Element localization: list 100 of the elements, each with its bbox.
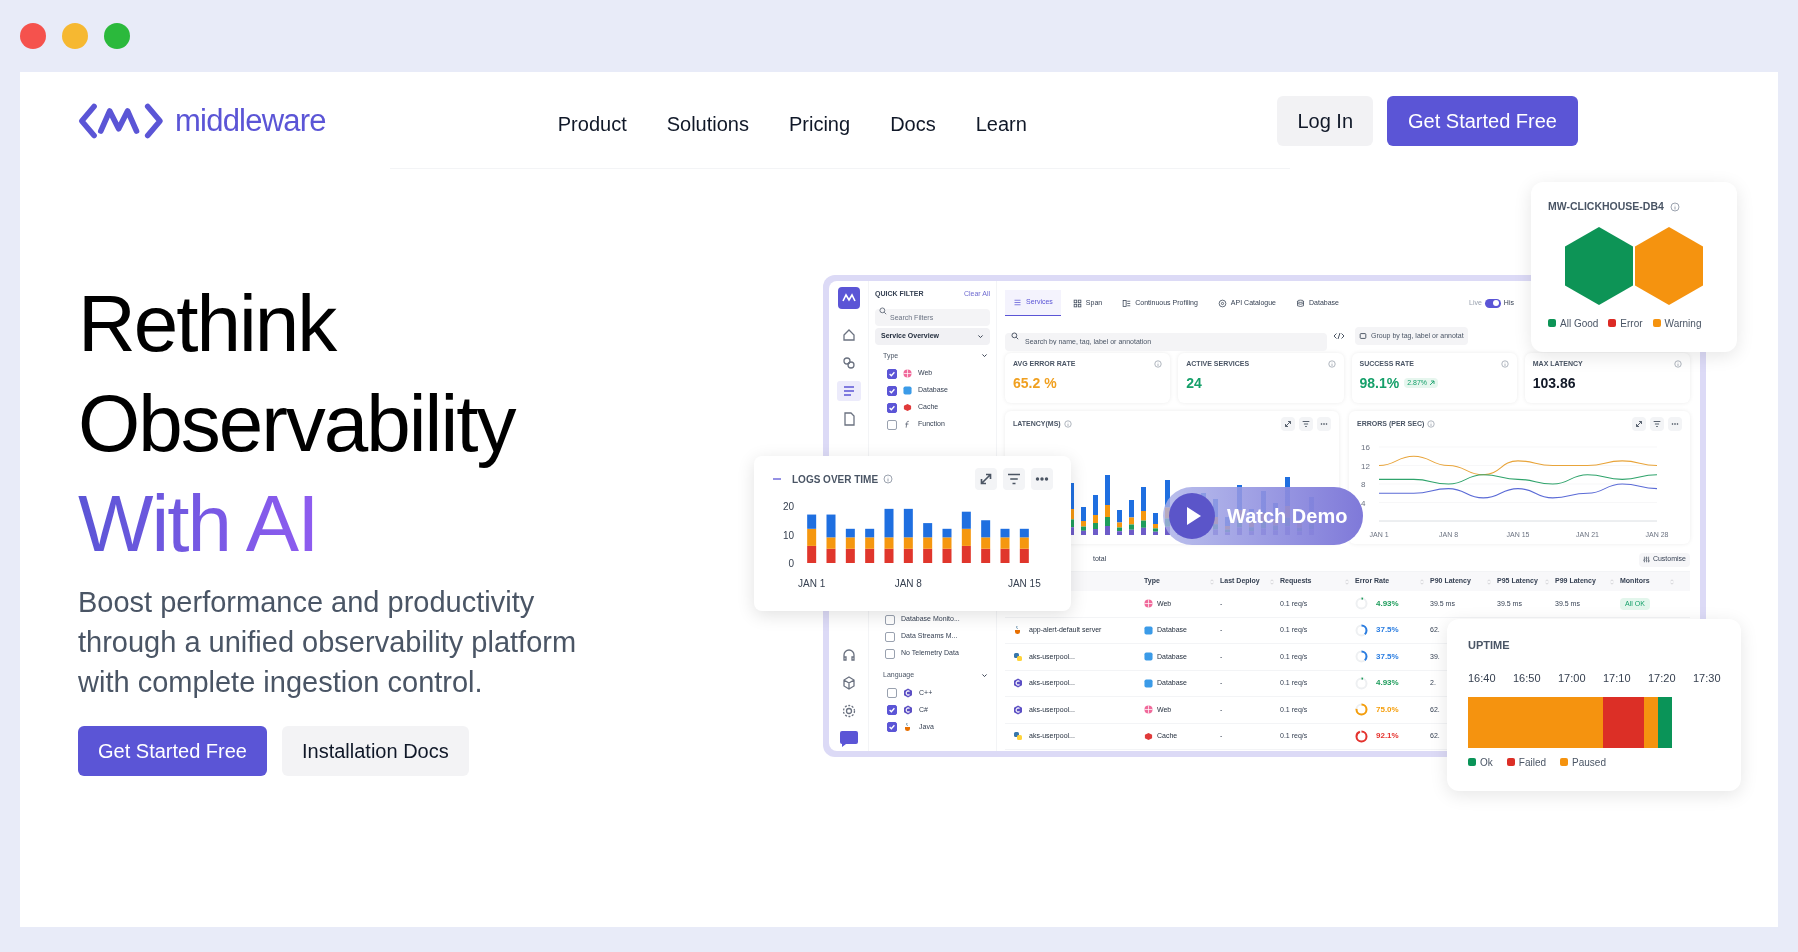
checkbox[interactable] <box>887 722 897 732</box>
info-icon <box>1500 360 1509 369</box>
cup-icon <box>903 722 913 732</box>
stat-value: 65.2 % <box>1013 373 1057 393</box>
chevron-down-icon[interactable] <box>977 332 984 340</box>
error-rate-value: 37.5% <box>1376 624 1399 637</box>
card-title: UPTIME <box>1468 638 1510 653</box>
columns-icon[interactable] <box>1122 298 1132 308</box>
error-rate-ring <box>1355 650 1368 664</box>
nav-link[interactable]: Solutions <box>666 109 749 139</box>
axis-tick-label: 17:00 <box>1558 671 1586 684</box>
info-icon <box>1427 420 1436 428</box>
axis-tick-label: JAN 15 <box>1007 578 1041 589</box>
hexagon-c-icon <box>903 688 913 698</box>
database-icon <box>1144 652 1153 662</box>
list-icon[interactable] <box>1013 298 1022 307</box>
axis-tick-label: 16 <box>1361 443 1370 452</box>
chevron-down-icon[interactable] <box>981 671 988 679</box>
get-started-button[interactable]: Get Started Free <box>1387 96 1578 146</box>
cache-icon <box>903 403 912 412</box>
login-button[interactable]: Log In <box>1277 96 1374 146</box>
legend-label: Paused <box>1572 755 1606 770</box>
axis-tick-label: 12 <box>1361 461 1370 471</box>
checkbox[interactable] <box>887 385 897 396</box>
error-rate-value: 4.93% <box>1376 597 1399 610</box>
play-icon[interactable] <box>1169 493 1215 539</box>
database-icon <box>1144 625 1153 635</box>
axis-tick-label: JAN 8 <box>894 578 922 589</box>
checkbox[interactable] <box>887 368 897 379</box>
info-icon <box>883 474 894 484</box>
nav-link[interactable]: Product <box>557 109 627 139</box>
axis-tick-label: 17:10 <box>1603 671 1631 684</box>
legend-label: Failed <box>1518 755 1547 770</box>
error-rate-value: 37.5% <box>1376 650 1399 663</box>
axis-tick-label: 17:30 <box>1693 671 1721 684</box>
cache-icon <box>1144 731 1153 741</box>
axis-tick-label: 8 <box>1361 480 1366 489</box>
axis-tick-label: 17:20 <box>1648 671 1676 684</box>
app-logo-icon[interactable] <box>837 287 860 309</box>
nav-link[interactable]: Pricing <box>789 109 851 139</box>
legend-label: All Good <box>1560 316 1599 331</box>
python-icon <box>1013 651 1023 662</box>
axis-tick-label: 20 <box>782 501 794 512</box>
info-icon <box>1669 201 1680 212</box>
python-icon <box>1013 731 1023 742</box>
headline: Rethink <box>78 278 336 370</box>
axis-tick-label: 0 <box>788 558 794 569</box>
hexagon-c-icon <box>1013 678 1023 689</box>
nav-link[interactable]: Learn <box>975 109 1027 139</box>
legend-label: Error <box>1620 316 1643 331</box>
stat-value: 24 <box>1186 373 1202 393</box>
card-title: MW-CLICKHOUSE-DB4 <box>1548 199 1664 214</box>
axis-tick-label: 16:40 <box>1468 671 1496 684</box>
hexagon-c-icon <box>1013 704 1023 715</box>
search-icon <box>1011 332 1019 340</box>
checkbox[interactable] <box>885 631 895 642</box>
logo-icon[interactable] <box>78 102 166 140</box>
checkbox[interactable] <box>887 402 897 413</box>
info-icon <box>1154 360 1163 369</box>
error-rate-ring <box>1355 597 1368 611</box>
card-title: LOGS OVER TIME <box>792 472 879 487</box>
checkbox[interactable] <box>885 648 895 659</box>
error-rate-value: 92.1% <box>1376 730 1399 743</box>
error-rate-ring <box>1355 703 1368 717</box>
search-icon <box>879 307 887 315</box>
chevron-down-icon[interactable] <box>981 352 988 360</box>
tag-icon <box>1359 332 1367 340</box>
legend-label: Ok <box>1480 755 1493 770</box>
sliders-icon[interactable] <box>1642 556 1650 563</box>
checkbox[interactable] <box>887 705 897 715</box>
axis-tick-label: 10 <box>782 529 794 541</box>
headline: Observability <box>78 378 515 470</box>
list-icon[interactable] <box>836 381 861 401</box>
error-rate-ring <box>1355 623 1368 637</box>
error-rate-value: 75.0% <box>1376 703 1399 716</box>
get-started-button[interactable]: Get Started Free <box>78 726 267 776</box>
error-rate-ring <box>1355 676 1368 690</box>
checkbox[interactable] <box>885 614 895 625</box>
checkbox[interactable] <box>887 688 897 698</box>
docs-button[interactable]: Installation Docs <box>281 726 469 776</box>
axis-tick-label: JAN 1 <box>798 578 826 589</box>
error-rate-ring <box>1355 729 1368 743</box>
logo-wordmark[interactable]: middleware <box>175 97 326 145</box>
code-icon[interactable] <box>1333 332 1345 340</box>
info-icon <box>1063 420 1072 428</box>
nav-link[interactable]: Docs <box>890 109 936 139</box>
legend-label: Warning <box>1664 316 1702 331</box>
axis-tick-label: 16:50 <box>1513 671 1541 684</box>
hexagon-c-icon <box>903 705 913 715</box>
axis-tick-label: 4 <box>1361 498 1366 508</box>
grid-icon[interactable] <box>1072 298 1082 308</box>
checkbox[interactable] <box>887 419 897 430</box>
database-icon <box>903 386 912 395</box>
database-icon[interactable] <box>1296 298 1305 308</box>
stat-value: 103.86 <box>1532 373 1576 393</box>
info-icon <box>1674 360 1682 369</box>
stat-value: 98.1% <box>1359 373 1400 393</box>
live-toggle[interactable] <box>1484 298 1501 308</box>
error-rate-value: 4.93% <box>1376 677 1399 690</box>
database-icon <box>1144 678 1153 688</box>
